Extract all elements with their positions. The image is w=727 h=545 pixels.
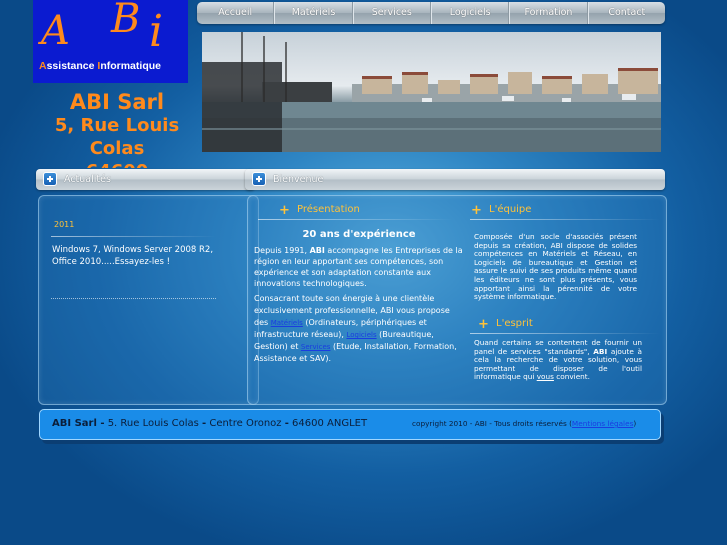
bienvenue-title: Bienvenue: [273, 174, 324, 185]
nav-contact[interactable]: Contact: [587, 2, 665, 24]
logo-letter-b: B: [111, 0, 141, 42]
plus-icon: +: [471, 203, 482, 218]
plus-icon: +: [279, 203, 290, 218]
divider: [51, 236, 216, 237]
logo-letter-i: i: [149, 6, 164, 57]
presentation-text: Depuis 1991, ABI accompagne les Entrepri…: [254, 246, 463, 288]
plus-icon: +: [478, 317, 489, 332]
nav-formation[interactable]: Formation: [509, 2, 588, 24]
presentation-heading: 20 ans d'expérience: [302, 229, 416, 240]
nav-services[interactable]: Services: [352, 2, 431, 24]
logiciels-link[interactable]: Logiciels: [346, 331, 376, 339]
address-line: Colas: [89, 138, 145, 159]
footer: ABI Sarl - 5. Rue Louis Colas - Centre O…: [39, 409, 661, 440]
divider: [470, 219, 660, 220]
materiels-link[interactable]: Matériels: [271, 319, 303, 327]
address-line: 5, Rue Louis: [54, 115, 180, 136]
main-nav: Accueil Matériels Services Logiciels For…: [197, 2, 665, 24]
nav-materiels[interactable]: Matériels: [274, 2, 353, 24]
main-panel: + Présentation 20 ans d'expérience Depuis…: [247, 195, 667, 405]
address-line: 64600: [33, 160, 201, 168]
news-year: 2011: [54, 220, 75, 229]
services-link[interactable]: Services: [301, 343, 331, 351]
presentation-offer: Consacrant toute son énergie à une clien…: [254, 294, 457, 363]
divider: [51, 298, 216, 299]
actualites-title: Actualités: [64, 174, 111, 185]
legal-link[interactable]: Mentions légales: [572, 419, 633, 428]
footer-copyright: copyright 2010 - ABI - Tous droits réser…: [412, 419, 637, 428]
actualites-header: Actualités: [36, 169, 255, 190]
equipe-title: + L'équipe: [471, 203, 532, 218]
divider: [258, 219, 453, 220]
company-name: ABI Sarl: [69, 90, 165, 114]
plus-icon: [252, 172, 266, 186]
presentation-title: + Présentation: [279, 203, 360, 218]
news-item: Windows 7, Windows Server 2008 R2, Offic…: [52, 245, 214, 267]
news-panel: 2011 Windows 7, Windows Server 2008 R2, …: [38, 195, 259, 405]
footer-address: ABI Sarl - 5. Rue Louis Colas - Centre O…: [52, 418, 368, 429]
nav-logiciels[interactable]: Logiciels: [430, 2, 510, 24]
harbor-illustration: [202, 32, 661, 152]
logo-letter-a: A: [41, 8, 70, 54]
logo: A B i Assistance Informatique: [33, 0, 188, 83]
harbor-banner-image: [202, 32, 661, 152]
esprit-text: Quand certains se contentent de fournir …: [474, 338, 642, 382]
equipe-text: Composée d'un socle d'associés présent d…: [474, 232, 637, 302]
bienvenue-header: Bienvenue: [245, 169, 665, 190]
logo-tagline: Assistance Informatique: [39, 60, 161, 72]
company-address: ABI Sarl 5, Rue Louis Colas 64600: [33, 90, 201, 168]
divider: [470, 333, 660, 334]
plus-icon: [43, 172, 57, 186]
nav-accueil[interactable]: Accueil: [197, 2, 275, 24]
esprit-title: + L'esprit: [478, 317, 533, 332]
